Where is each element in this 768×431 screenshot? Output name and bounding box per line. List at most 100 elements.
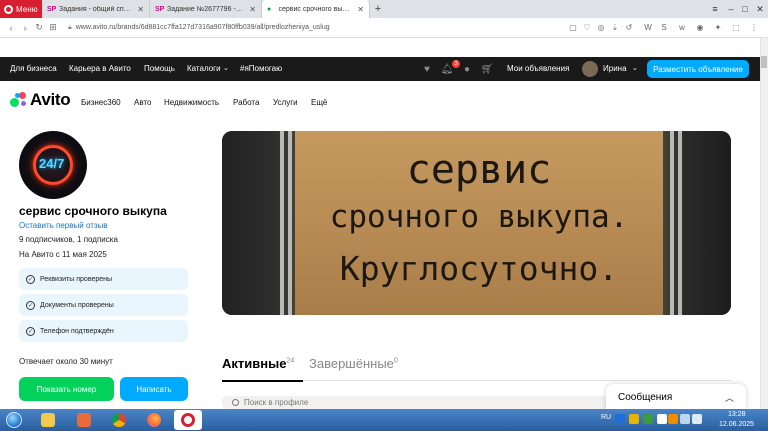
browser-tab-avito[interactable]: ● сервис срочного выкупа ✕ [262,0,370,18]
download-icon[interactable]: ⇣ [609,21,621,33]
extension-icon[interactable]: ✦ [712,21,724,33]
jacket-stripe [288,131,292,315]
heart-icon[interactable]: ♡ [581,21,593,33]
nav-realty[interactable]: Недвижимость [164,98,219,107]
network-icon[interactable] [680,414,690,424]
profile-search-input[interactable]: Поиск в профиле [222,396,614,409]
chevron-down-icon: ⌄ [632,65,638,72]
check-circle-icon: ✓ [26,326,35,336]
taskbar-chrome[interactable] [105,410,133,430]
verification-documents[interactable]: ✓ Документы проверены [19,294,188,316]
opera-menu-button[interactable]: Меню [0,0,42,18]
nav-jobs[interactable]: Работа [233,98,259,107]
taskbar-firefox[interactable] [140,410,168,430]
start-button[interactable] [0,409,28,431]
member-since: На Авито с 11 мая 2025 [19,250,107,259]
logo-text: Avito [30,90,71,109]
tab-completed[interactable]: Завершённые0 [309,356,398,371]
reply-time: Отвечает около 30 минут [19,357,113,366]
reload-icon[interactable]: ↻ [32,18,46,38]
menu-icon[interactable]: ⋮ [748,21,760,33]
opera-icon [181,413,195,427]
new-tab-button[interactable]: + [370,0,386,18]
post-ad-button[interactable]: Разместить объявление [647,60,749,78]
back-icon[interactable]: ‹ [4,18,18,38]
tab-active-count: 24 [286,357,295,365]
clock-time[interactable]: 13:28 [728,411,746,418]
scrollbar-thumb[interactable] [761,56,767,68]
messages-title: Сообщения [618,391,673,403]
nav-auto[interactable]: Авто [134,98,151,107]
help-link[interactable]: Помощь [144,64,175,73]
folder-icon [41,413,55,427]
extension-icon[interactable]: ◉ [694,21,706,33]
verification-phone[interactable]: ✓ Телефон подтверждён [19,320,188,342]
extensions-icon[interactable]: ⬚ [730,21,742,33]
flag-icon[interactable] [657,414,667,424]
nav-business360[interactable]: Бизнес360 [81,98,121,107]
tray-icon[interactable] [643,414,653,424]
page-scrollbar[interactable] [760,38,768,409]
catalogs-link[interactable]: Каталоги [187,64,221,73]
tab-active[interactable]: Активные24 [222,356,294,371]
speed-dial-icon[interactable]: ⊞ [46,18,60,38]
verification-label: Документы проверены [40,301,114,309]
followers-count[interactable]: 9 подписчиков, 1 подписка [19,235,118,244]
sp-extension-icon[interactable]: S [658,21,670,33]
sp-icon: SP [155,5,165,13]
write-message-button[interactable]: Написать [120,377,188,401]
avatar-text: 24/7 [39,156,65,171]
forward-icon[interactable]: › [18,18,32,38]
taskbar-opera[interactable] [174,410,202,430]
taskbar-media[interactable] [70,410,98,430]
i-help-link[interactable]: #яПомогаю [240,64,282,73]
tray-icon[interactable] [668,414,678,424]
lock-icon: 🔒︎ [68,23,72,31]
nav-more[interactable]: Ещё [311,98,327,107]
snapshot-icon[interactable]: ◎ [595,21,607,33]
search-icon [232,399,239,406]
avito-logo-icon [10,92,28,108]
business-link[interactable]: Для бизнеса [10,64,57,73]
url-field[interactable]: 🔒︎ www.avito.ru/brands/6d881cc7ffa127d73… [68,24,330,32]
favorites-heart-icon[interactable]: ♥ [421,63,433,75]
check-circle-icon: ✓ [26,300,35,310]
wordstat-icon[interactable]: W [642,21,654,33]
check-circle-icon: ✓ [26,274,35,284]
chevron-up-icon[interactable]: ︿ [725,391,734,404]
tray-icon[interactable] [629,414,639,424]
leave-review-link[interactable]: Оставить первый отзыв [19,221,108,230]
sync-icon[interactable]: ↺ [623,21,635,33]
camera-icon[interactable]: ▢ [567,21,579,33]
windows-logo-icon [6,412,22,428]
tab-close-icon[interactable]: ✕ [357,5,364,14]
clock-date[interactable]: 12.06.2025 [719,421,754,428]
tab-close-icon[interactable]: ✕ [249,5,256,14]
show-phone-button[interactable]: Показать номер [19,377,114,401]
close-window-icon[interactable]: ✕ [751,0,768,18]
volume-icon[interactable] [692,414,702,424]
browser-tab-task[interactable]: SP Задание №2677796 - про ✕ [150,0,262,18]
active-tab-indicator [222,380,303,382]
avito-logo[interactable]: Avito [10,90,71,109]
cart-icon[interactable]: 🛒︎ [481,63,494,75]
tab-close-icon[interactable]: ✕ [137,5,144,14]
my-ads-link[interactable]: Мои объявления [507,64,569,73]
browser-tab-tasks[interactable]: SP Задания - общий список ✕ [42,0,150,18]
cardboard-sign: сервис срочного выкупа. Круглосуточно. [295,131,663,315]
chrome-icon [112,413,126,427]
career-link[interactable]: Карьера в Авито [69,64,131,73]
language-indicator[interactable]: RU [601,414,611,421]
chevron-down-icon: ⌄ [223,65,229,72]
user-name[interactable]: Ирина [603,64,627,73]
w-extension-icon[interactable]: w [676,21,688,33]
taskbar-explorer[interactable] [34,410,62,430]
tab-title: Задания - общий список [59,5,133,13]
messages-widget[interactable]: Сообщения ︿ [606,384,746,410]
verification-requisites[interactable]: ✓ Реквизиты проверены [19,268,188,290]
help-tray-icon[interactable] [615,414,625,424]
messages-chat-icon[interactable]: ● [461,63,473,75]
tab-active-label: Активные [222,356,287,371]
nav-services[interactable]: Услуги [273,98,298,107]
user-avatar[interactable] [582,61,598,77]
